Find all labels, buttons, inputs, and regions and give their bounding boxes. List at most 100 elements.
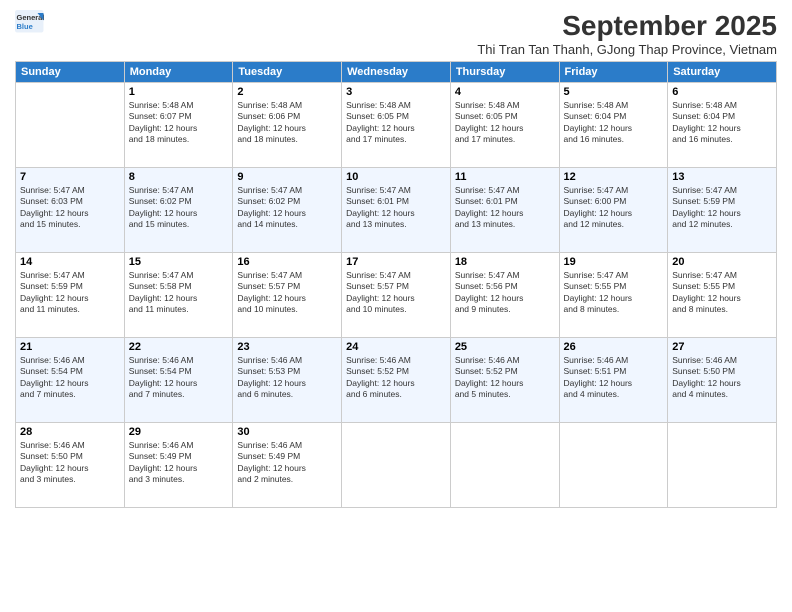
table-row [450,423,559,508]
day-number: 25 [455,341,555,353]
day-info: Sunrise: 5:47 AM Sunset: 5:56 PM Dayligh… [455,270,555,316]
day-number: 20 [672,256,772,268]
day-number: 16 [237,256,337,268]
table-row: 20 Sunrise: 5:47 AM Sunset: 5:55 PM Dayli… [668,253,777,338]
day-info: Sunrise: 5:46 AM Sunset: 5:51 PM Dayligh… [564,355,664,401]
col-tuesday: Tuesday [233,62,342,83]
page: General Blue September 2025 Thi Tran Tan… [0,0,792,612]
day-info: Sunrise: 5:47 AM Sunset: 6:00 PM Dayligh… [564,185,664,231]
day-number: 21 [20,341,120,353]
table-row [16,83,125,168]
table-row: 18Sunrise: 5:47 AM Sunset: 5:56 PM Dayli… [450,253,559,338]
table-row: 16 Sunrise: 5:47 AM Sunset: 5:57 PM Dayli… [233,253,342,338]
calendar-header-row: Sunday Monday Tuesday Wednesday Thursday… [16,62,777,83]
table-row: 26 Sunrise: 5:46 AM Sunset: 5:51 PM Dayli… [559,338,668,423]
day-number: 4 [455,86,555,98]
day-number: 2 [237,86,337,98]
day-info: Sunrise: 5:48 AM Sunset: 6:05 PM Dayligh… [455,100,555,146]
day-info: Sunrise: 5:48 AM Sunset: 6:06 PM Dayligh… [237,100,337,146]
table-row: 17Sunrise: 5:47 AM Sunset: 5:57 PM Dayli… [342,253,451,338]
subtitle: Thi Tran Tan Thanh, GJong Thap Province,… [477,42,777,57]
day-number: 23 [237,341,337,353]
day-info: Sunrise: 5:47 AM Sunset: 5:59 PM Dayligh… [672,185,772,231]
day-number: 26 [564,341,664,353]
table-row: 8Sunrise: 5:47 AM Sunset: 6:02 PM Daylig… [124,168,233,253]
day-info: Sunrise: 5:46 AM Sunset: 5:50 PM Dayligh… [20,440,120,486]
day-info: Sunrise: 5:46 AM Sunset: 5:50 PM Dayligh… [672,355,772,401]
col-sunday: Sunday [16,62,125,83]
day-number: 14 [20,256,120,268]
day-number: 17 [346,256,446,268]
table-row [559,423,668,508]
day-number: 10 [346,171,446,183]
table-row: 28 Sunrise: 5:46 AM Sunset: 5:50 PM Dayli… [16,423,125,508]
day-info: Sunrise: 5:48 AM Sunset: 6:07 PM Dayligh… [129,100,229,146]
day-info: Sunrise: 5:47 AM Sunset: 5:59 PM Dayligh… [20,270,120,316]
table-row: 1Sunrise: 5:48 AM Sunset: 6:07 PM Daylig… [124,83,233,168]
logo-icon: General Blue [15,10,45,34]
calendar-week-5: 28 Sunrise: 5:46 AM Sunset: 5:50 PM Dayli… [16,423,777,508]
table-row: 4 Sunrise: 5:48 AM Sunset: 6:05 PM Daylig… [450,83,559,168]
table-row: 19Sunrise: 5:47 AM Sunset: 5:55 PM Dayli… [559,253,668,338]
calendar-week-3: 14 Sunrise: 5:47 AM Sunset: 5:59 PM Dayli… [16,253,777,338]
day-info: Sunrise: 5:48 AM Sunset: 6:04 PM Dayligh… [564,100,664,146]
col-saturday: Saturday [668,62,777,83]
day-info: Sunrise: 5:46 AM Sunset: 5:54 PM Dayligh… [20,355,120,401]
table-row: 14 Sunrise: 5:47 AM Sunset: 5:59 PM Dayli… [16,253,125,338]
table-row [342,423,451,508]
table-row: 15 Sunrise: 5:47 AM Sunset: 5:58 PM Dayli… [124,253,233,338]
day-info: Sunrise: 5:47 AM Sunset: 5:55 PM Dayligh… [672,270,772,316]
table-row: 13 Sunrise: 5:47 AM Sunset: 5:59 PM Dayli… [668,168,777,253]
svg-text:Blue: Blue [17,22,33,31]
table-row: 27Sunrise: 5:46 AM Sunset: 5:50 PM Dayli… [668,338,777,423]
day-number: 12 [564,171,664,183]
day-number: 9 [237,171,337,183]
day-number: 24 [346,341,446,353]
table-row: 22Sunrise: 5:46 AM Sunset: 5:54 PM Dayli… [124,338,233,423]
table-row: 12 Sunrise: 5:47 AM Sunset: 6:00 PM Dayli… [559,168,668,253]
day-info: Sunrise: 5:47 AM Sunset: 6:02 PM Dayligh… [237,185,337,231]
table-row: 23 Sunrise: 5:46 AM Sunset: 5:53 PM Dayli… [233,338,342,423]
day-number: 22 [129,341,229,353]
day-info: Sunrise: 5:48 AM Sunset: 6:05 PM Dayligh… [346,100,446,146]
table-row: 29Sunrise: 5:46 AM Sunset: 5:49 PM Dayli… [124,423,233,508]
day-number: 15 [129,256,229,268]
table-row: 21 Sunrise: 5:46 AM Sunset: 5:54 PM Dayli… [16,338,125,423]
calendar-week-1: 1Sunrise: 5:48 AM Sunset: 6:07 PM Daylig… [16,83,777,168]
day-info: Sunrise: 5:46 AM Sunset: 5:49 PM Dayligh… [237,440,337,486]
main-title: September 2025 [477,10,777,42]
table-row: 3 Sunrise: 5:48 AM Sunset: 6:05 PM Daylig… [342,83,451,168]
day-number: 30 [237,426,337,438]
day-number: 28 [20,426,120,438]
day-info: Sunrise: 5:47 AM Sunset: 5:57 PM Dayligh… [237,270,337,316]
day-info: Sunrise: 5:47 AM Sunset: 6:01 PM Dayligh… [346,185,446,231]
day-info: Sunrise: 5:46 AM Sunset: 5:53 PM Dayligh… [237,355,337,401]
day-info: Sunrise: 5:47 AM Sunset: 6:03 PM Dayligh… [20,185,120,231]
col-friday: Friday [559,62,668,83]
table-row: 2 Sunrise: 5:48 AM Sunset: 6:06 PM Daylig… [233,83,342,168]
col-monday: Monday [124,62,233,83]
table-row: 11 Sunrise: 5:47 AM Sunset: 6:01 PM Dayli… [450,168,559,253]
title-block: September 2025 Thi Tran Tan Thanh, GJong… [477,10,777,57]
col-wednesday: Wednesday [342,62,451,83]
day-number: 13 [672,171,772,183]
table-row: 7 Sunrise: 5:47 AM Sunset: 6:03 PM Daylig… [16,168,125,253]
day-number: 6 [672,86,772,98]
day-number: 7 [20,171,120,183]
calendar-week-2: 7 Sunrise: 5:47 AM Sunset: 6:03 PM Daylig… [16,168,777,253]
table-row [668,423,777,508]
day-info: Sunrise: 5:46 AM Sunset: 5:52 PM Dayligh… [455,355,555,401]
day-info: Sunrise: 5:47 AM Sunset: 6:02 PM Dayligh… [129,185,229,231]
day-number: 29 [129,426,229,438]
calendar-table: Sunday Monday Tuesday Wednesday Thursday… [15,61,777,508]
day-info: Sunrise: 5:47 AM Sunset: 5:58 PM Dayligh… [129,270,229,316]
table-row: 10 Sunrise: 5:47 AM Sunset: 6:01 PM Dayli… [342,168,451,253]
day-number: 3 [346,86,446,98]
day-info: Sunrise: 5:48 AM Sunset: 6:04 PM Dayligh… [672,100,772,146]
header: General Blue September 2025 Thi Tran Tan… [15,10,777,57]
table-row: 6 Sunrise: 5:48 AM Sunset: 6:04 PM Daylig… [668,83,777,168]
day-info: Sunrise: 5:47 AM Sunset: 6:01 PM Dayligh… [455,185,555,231]
table-row: 5Sunrise: 5:48 AM Sunset: 6:04 PM Daylig… [559,83,668,168]
day-number: 11 [455,171,555,183]
day-info: Sunrise: 5:47 AM Sunset: 5:55 PM Dayligh… [564,270,664,316]
